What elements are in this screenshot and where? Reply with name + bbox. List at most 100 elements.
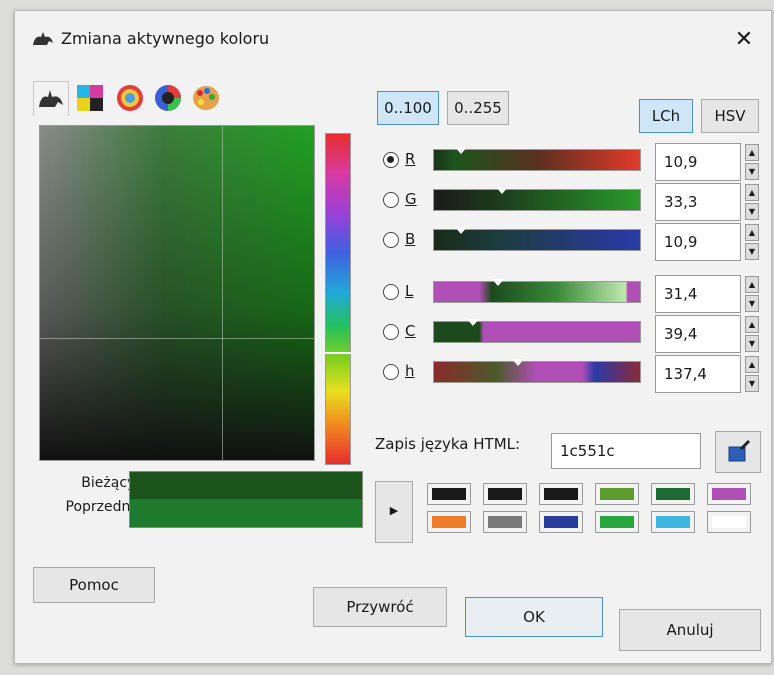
history-swatch-fill (600, 516, 634, 528)
previous-label: Poprzedni: (65, 499, 139, 515)
help-button[interactable]: Pomoc (33, 567, 155, 603)
spin-up-icon[interactable]: ▲ (745, 224, 759, 241)
channel-value-input[interactable]: 31,4 (655, 275, 741, 313)
channel-value-input[interactable]: 33,3 (655, 183, 741, 221)
history-swatch[interactable] (483, 511, 527, 533)
history-swatch-fill (712, 516, 746, 528)
channel-radio-r[interactable] (383, 152, 399, 168)
ok-button[interactable]: OK (465, 597, 603, 637)
html-notation-input[interactable]: 1c551c (551, 433, 701, 469)
history-swatch[interactable] (707, 511, 751, 533)
history-swatch[interactable] (427, 511, 471, 533)
tab-palette[interactable] (189, 81, 223, 115)
close-icon[interactable]: ✕ (731, 27, 757, 53)
history-swatch[interactable] (595, 511, 639, 533)
channel-value-input[interactable]: 39,4 (655, 315, 741, 353)
channel-value-input[interactable]: 10,9 (655, 223, 741, 261)
channel-label: L (405, 282, 414, 300)
history-swatch-fill (432, 488, 466, 500)
reset-button[interactable]: Przywróć (313, 587, 447, 627)
channel-slider-g[interactable] (433, 187, 641, 211)
tab-cmyk[interactable] (73, 81, 107, 115)
cancel-button[interactable]: Anuluj (619, 609, 761, 651)
history-swatch[interactable] (427, 483, 471, 505)
spin-down-icon[interactable]: ▼ (745, 243, 759, 260)
color-area[interactable] (39, 125, 315, 461)
history-swatch-fill (712, 488, 746, 500)
channel-radio-c[interactable] (383, 324, 399, 340)
triangle-right-icon: ▶ (389, 504, 399, 517)
history-expand-button[interactable]: ▶ (375, 481, 413, 543)
spin-down-icon[interactable]: ▼ (745, 375, 759, 392)
slider-thumb[interactable] (466, 319, 479, 326)
previous-color-swatch[interactable] (129, 499, 363, 528)
history-swatch-fill (544, 516, 578, 528)
channel-radio-h[interactable] (383, 364, 399, 380)
slider-thumb[interactable] (495, 187, 508, 194)
slider-thumb[interactable] (454, 147, 467, 154)
history-swatch[interactable] (539, 511, 583, 533)
current-label: Bieżący: (81, 475, 139, 491)
channel-spinner: ▲ ▼ (745, 276, 759, 312)
channel-label: G (405, 190, 417, 208)
channel-slider-l[interactable] (433, 279, 641, 303)
history-swatch[interactable] (651, 483, 695, 505)
history-swatch-fill (544, 488, 578, 500)
history-swatch[interactable] (595, 483, 639, 505)
html-notation-label: Zapis języka HTML: (375, 435, 521, 453)
channel-label: R (405, 150, 416, 168)
channel-value-input[interactable]: 137,4 (655, 355, 741, 393)
channel-radio-g[interactable] (383, 192, 399, 208)
spin-down-icon[interactable]: ▼ (745, 203, 759, 220)
channel-spinner: ▲ ▼ (745, 224, 759, 260)
slider-thumb[interactable] (454, 227, 467, 234)
channel-slider-b[interactable] (433, 227, 641, 251)
spin-up-icon[interactable]: ▲ (745, 316, 759, 333)
spin-down-icon[interactable]: ▼ (745, 295, 759, 312)
channel-slider-r[interactable] (433, 147, 641, 171)
spin-up-icon[interactable]: ▲ (745, 144, 759, 161)
spin-up-icon[interactable]: ▲ (745, 184, 759, 201)
slider-thumb[interactable] (512, 359, 525, 366)
dialog-title: Zmiana aktywnego koloru (61, 29, 270, 48)
palette-icon (193, 86, 219, 110)
lch-button[interactable]: LCh (639, 99, 693, 133)
channel-spinner: ▲ ▼ (745, 144, 759, 180)
channel-label: h (405, 362, 415, 380)
tab-gimp-selector[interactable] (33, 81, 69, 116)
channel-slider-c[interactable] (433, 319, 641, 343)
range-0-100-button[interactable]: 0..100 (377, 91, 439, 125)
channel-radio-b[interactable] (383, 232, 399, 248)
tab-watercolor[interactable] (113, 81, 147, 115)
gimp-wilber-icon (33, 32, 53, 45)
hsv-button[interactable]: HSV (701, 99, 759, 133)
color-dialog: Zmiana aktywnego koloru ✕ Bieżący: Poprz… (14, 10, 772, 664)
title-bar: Zmiana aktywnego koloru ✕ (15, 11, 771, 69)
channel-slider-h[interactable] (433, 359, 641, 383)
tab-color-wheel[interactable] (151, 81, 185, 115)
history-swatch[interactable] (707, 483, 751, 505)
spin-up-icon[interactable]: ▲ (745, 276, 759, 293)
history-swatch[interactable] (539, 483, 583, 505)
history-swatch-fill (488, 488, 522, 500)
hue-strip[interactable] (324, 133, 352, 465)
channel-label: B (405, 230, 416, 248)
eyedropper-icon (728, 439, 751, 462)
range-0-255-button[interactable]: 0..255 (447, 91, 509, 125)
current-color-swatch (129, 471, 363, 501)
channel-radio-l[interactable] (383, 284, 399, 300)
slider-thumb[interactable] (491, 279, 504, 286)
history-swatch-fill (488, 516, 522, 528)
hue-marker[interactable] (324, 352, 352, 354)
color-wheel-icon (155, 85, 181, 111)
channel-value-input[interactable]: 10,9 (655, 143, 741, 181)
history-swatch-fill (656, 516, 690, 528)
color-picker-button[interactable] (715, 431, 761, 473)
spin-down-icon[interactable]: ▼ (745, 163, 759, 180)
history-swatch[interactable] (651, 511, 695, 533)
spin-down-icon[interactable]: ▼ (745, 335, 759, 352)
channel-label: C (405, 322, 416, 340)
history-swatch[interactable] (483, 483, 527, 505)
cmyk-icon (77, 85, 103, 111)
spin-up-icon[interactable]: ▲ (745, 356, 759, 373)
